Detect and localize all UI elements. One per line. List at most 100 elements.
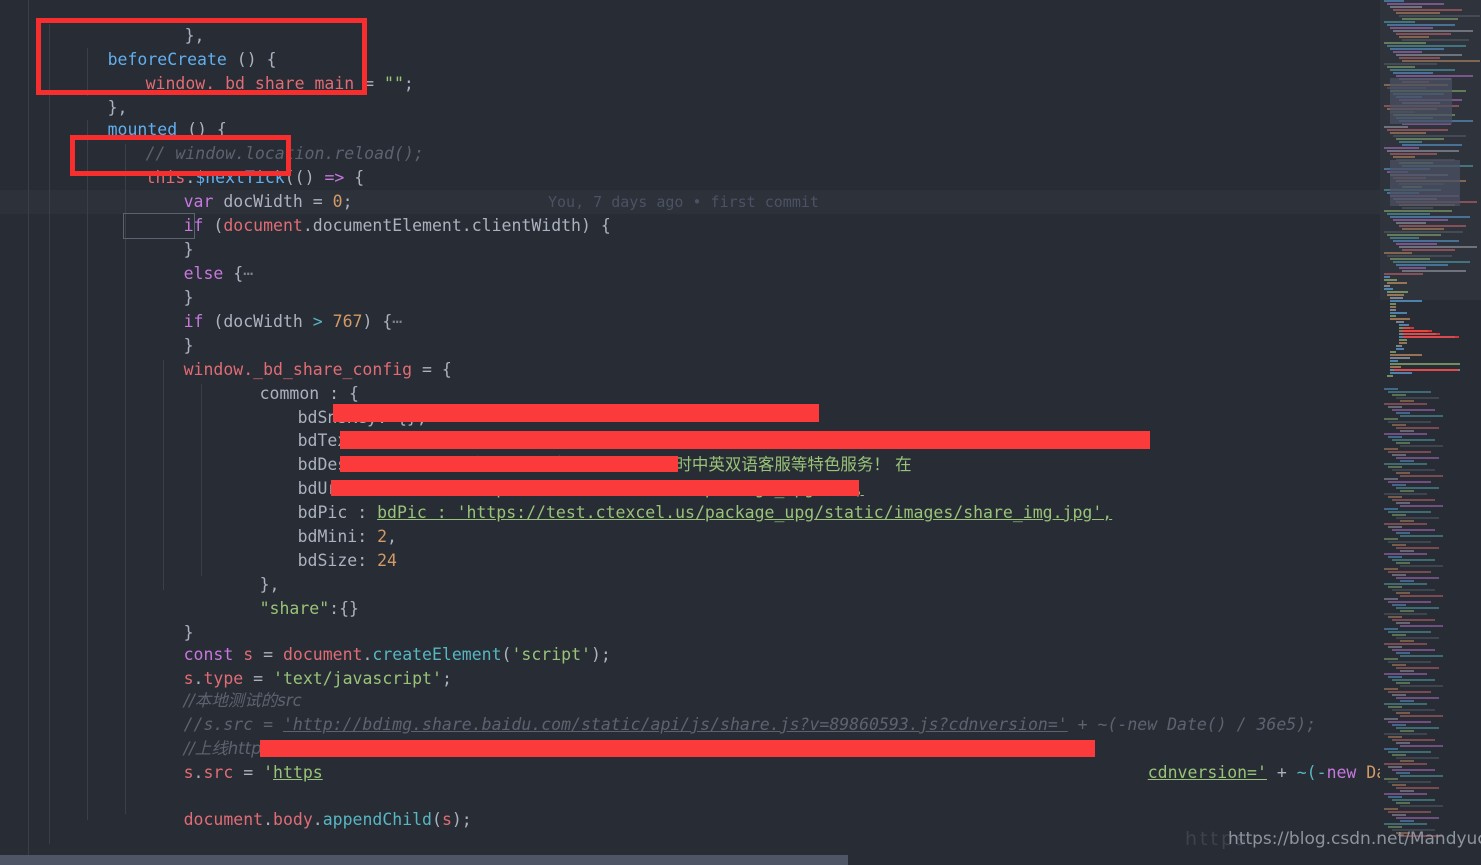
minimap-row xyxy=(1392,484,1406,486)
code-token-string-url-end[interactable]: cdnversion=' xyxy=(1148,763,1267,782)
code-line[interactable]: } xyxy=(124,262,194,307)
horizontal-scrollbar-track[interactable] xyxy=(0,855,1481,865)
redaction-bar-bdtext xyxy=(333,404,819,422)
minimap-row xyxy=(1384,793,1427,795)
code-token-string-pic[interactable]: bdPic : 'https://test.ctexcel.us/package… xyxy=(377,503,1112,522)
code-token-string-url[interactable]: https xyxy=(273,763,323,782)
code-token-number: 767 xyxy=(332,312,363,331)
minimap-row xyxy=(1392,409,1435,411)
minimap-row xyxy=(1387,291,1408,293)
minimap-row xyxy=(1392,694,1406,696)
indent-guide xyxy=(28,0,29,855)
code-line[interactable]: const s = document.createElement('script… xyxy=(124,619,611,664)
horizontal-scrollbar-thumb[interactable] xyxy=(0,855,848,865)
minimap-row xyxy=(1384,598,1398,600)
minimap-row xyxy=(1384,628,1398,630)
code-line[interactable]: mounted () { xyxy=(48,94,227,139)
code-line[interactable]: //本地测试的src xyxy=(124,665,302,710)
minimap-redacted-block xyxy=(1390,78,1452,124)
code-line[interactable]: //上线https用本地文件 xyxy=(124,713,353,758)
folded-region-indicator[interactable]: ⋯ xyxy=(243,264,253,283)
minimap-row xyxy=(1387,3,1444,5)
minimap-row xyxy=(1387,282,1408,284)
minimap-row xyxy=(1396,682,1410,684)
minimap-row xyxy=(1390,216,1470,218)
code-token: bdSize: xyxy=(297,551,378,570)
code-editor[interactable]: }, beforeCreate () { window._bd_share_ma… xyxy=(0,0,1481,865)
git-blame-hint[interactable]: You, 7 days ago • first commit xyxy=(548,190,819,214)
code-token: :{} xyxy=(329,599,359,618)
minimap-row xyxy=(1392,469,1435,471)
indent-guide xyxy=(87,120,88,820)
minimap-row xyxy=(1390,132,1426,134)
minimap-row xyxy=(1384,63,1437,65)
code-line[interactable]: common : { xyxy=(200,358,359,403)
minimap-row xyxy=(1384,733,1427,735)
code-line[interactable]: bdMini: 2, xyxy=(238,501,397,546)
minimap-row xyxy=(1392,814,1406,816)
minimap-row xyxy=(1390,297,1403,299)
minimap-row xyxy=(1393,9,1462,11)
minimap-row xyxy=(1392,589,1435,591)
minimap-row xyxy=(1396,348,1404,350)
code-line[interactable]: }, xyxy=(200,549,280,594)
minimap-row xyxy=(1387,129,1448,131)
minimap-row xyxy=(1400,430,1414,432)
code-token: { xyxy=(223,264,244,283)
code-line[interactable]: } xyxy=(124,597,194,642)
code-line[interactable]: if (docWidth > 767) {⋯ xyxy=(124,286,403,331)
code-line[interactable]: s.type = 'text/javascript'; xyxy=(124,643,452,688)
code-line[interactable]: }) xyxy=(86,832,165,855)
folded-region-indicator[interactable]: ⋯ xyxy=(392,312,402,331)
minimap-row xyxy=(1392,754,1406,756)
minimap-row xyxy=(1400,805,1443,807)
minimap-row xyxy=(1396,712,1410,714)
minimap-row xyxy=(1396,547,1439,549)
minimap-row xyxy=(1392,724,1406,726)
minimap-row xyxy=(1390,318,1411,320)
code-token: ; xyxy=(403,74,414,93)
minimap-row xyxy=(1384,508,1398,510)
minimap-row xyxy=(1400,730,1414,732)
code-line-commented-src[interactable]: //s.src = 'http://bdimg.share.baidu.com/… xyxy=(124,689,1316,734)
annotation-box-nexttick xyxy=(70,135,291,176)
minimap-row xyxy=(1384,583,1427,585)
code-line[interactable]: else {⋯ xyxy=(124,238,254,283)
minimap-row xyxy=(1396,607,1439,609)
code-line[interactable]: document.body.appendChild(s); xyxy=(124,784,472,829)
minimap-row xyxy=(1388,721,1431,723)
code-line[interactable]: } xyxy=(123,213,195,259)
minimap-row xyxy=(1387,66,1415,68)
minimap-row xyxy=(1399,267,1426,269)
code-line[interactable]: } xyxy=(124,310,194,355)
code-token-comment-url[interactable]: 'http://bdimg.share.baidu.com/static/api… xyxy=(283,715,1068,734)
minimap-row xyxy=(1396,727,1439,729)
minimap-row xyxy=(1390,360,1398,362)
code-token-identifier: s xyxy=(441,810,452,829)
minimap-row xyxy=(1402,249,1455,251)
minimap-redaction-row xyxy=(1403,333,1440,335)
minimap-row xyxy=(1392,529,1435,531)
minimap-row xyxy=(1384,688,1398,690)
minimap-row xyxy=(1400,775,1443,777)
code-line[interactable]: bdSnsKey: {}, xyxy=(238,382,427,427)
minimap-row xyxy=(1384,126,1408,128)
minimap-row xyxy=(1388,796,1402,798)
code-line[interactable]: if (document.documentElement.clientWidth… xyxy=(124,190,611,235)
code-token-method: appendChild xyxy=(322,810,432,829)
code-line[interactable]: "share":{} xyxy=(200,573,359,618)
minimap-row xyxy=(1388,601,1431,603)
minimap-row xyxy=(1392,649,1435,651)
minimap-row xyxy=(1388,631,1431,633)
minimap-row xyxy=(1388,751,1431,753)
minimap-row xyxy=(1396,33,1451,35)
minimap-row xyxy=(1400,655,1443,657)
code-surface[interactable]: }, beforeCreate () { window._bd_share_ma… xyxy=(0,0,1380,855)
minimap-row xyxy=(1390,237,1419,239)
minimap-row xyxy=(1392,799,1435,801)
code-line[interactable]: window._bd_share_config = { xyxy=(124,334,452,379)
minimap[interactable] xyxy=(1380,0,1481,855)
minimap-row xyxy=(1396,243,1437,245)
code-line[interactable]: bdSize: 24 xyxy=(238,525,397,570)
minimap-row xyxy=(1384,748,1398,750)
